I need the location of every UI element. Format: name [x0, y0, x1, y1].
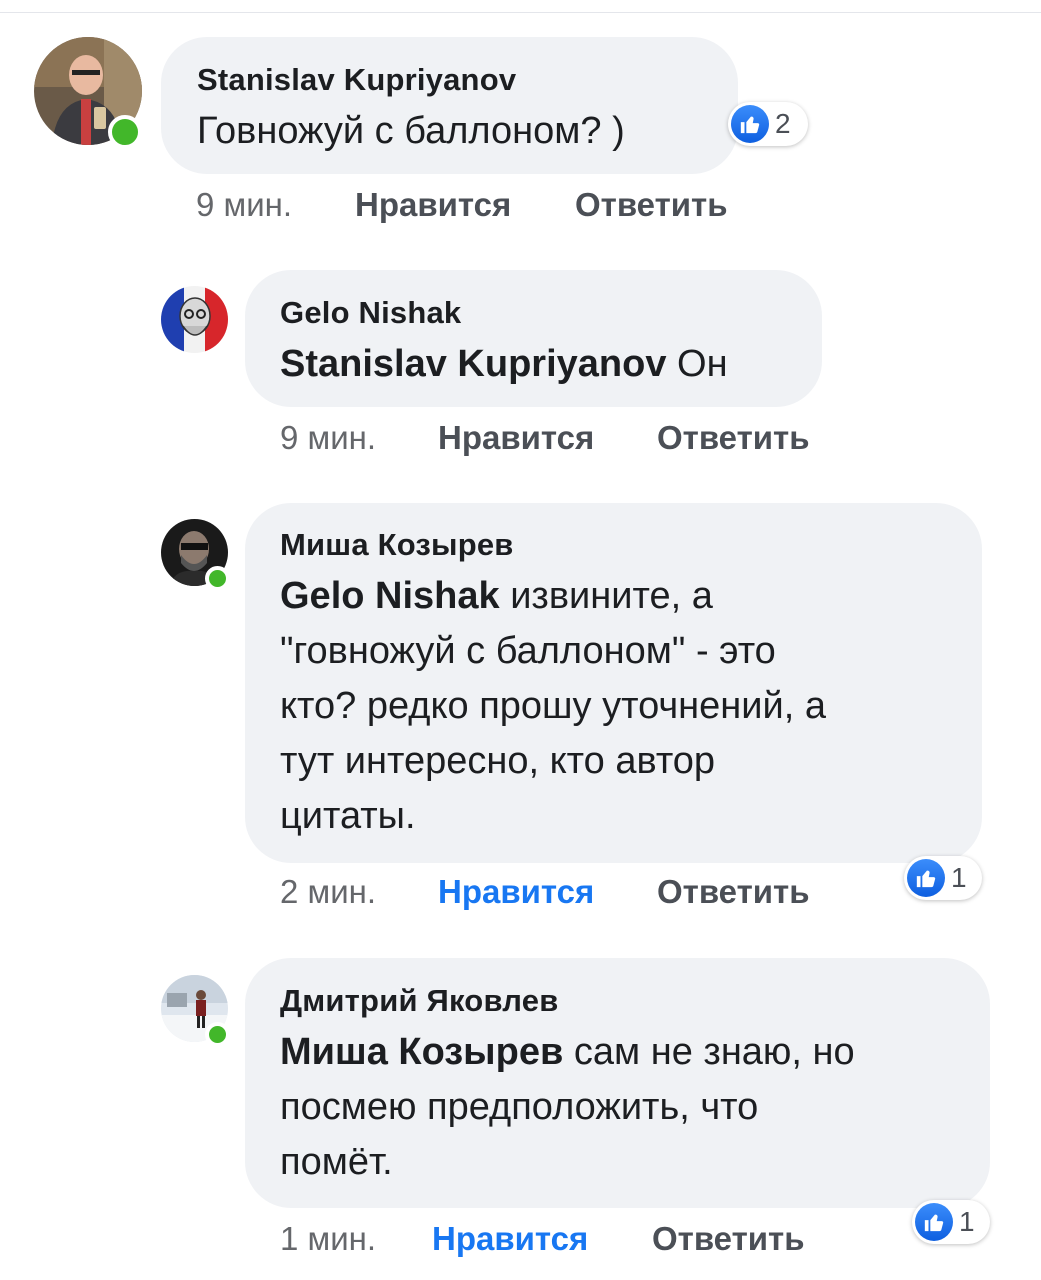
online-indicator: [108, 115, 142, 149]
like-thumb-icon: [907, 859, 945, 897]
online-indicator: [205, 566, 230, 591]
like-button[interactable]: Нравится: [438, 872, 594, 912]
reply-button[interactable]: Ответить: [652, 1219, 805, 1259]
comment-text: Stanislav Kupriyanov Он: [280, 337, 822, 392]
mention-link[interactable]: Миша Козырев: [280, 1031, 563, 1073]
reply-button[interactable]: Ответить: [657, 872, 810, 912]
top-divider: [0, 12, 1041, 13]
comment-text-line: тут интересно, кто автор: [280, 740, 716, 782]
reaction-count: 1: [951, 862, 967, 893]
like-button[interactable]: Нравится: [355, 185, 511, 225]
comment-text-line: сам не знаю, но: [563, 1031, 855, 1073]
comment-bubble: Дмитрий Яковлев Миша Козырев сам не знаю…: [245, 958, 990, 1208]
comment-bubble: Gelo Nishak Stanislav Kupriyanov Он: [245, 270, 822, 407]
comment-text-line: извините, а: [499, 575, 713, 617]
reaction-count: 2: [775, 108, 791, 139]
mention-link[interactable]: Stanislav Kupriyanov: [280, 343, 666, 385]
comment-text: Миша Козырев сам не знаю, но посмею пред…: [280, 1025, 990, 1190]
comment-author[interactable]: Stanislav Kupriyanov: [197, 62, 738, 98]
reaction-badge[interactable]: 2: [728, 102, 808, 146]
comment-text: Gelo Nishak извините, а "говножуй с балл…: [280, 569, 982, 844]
comment-time[interactable]: 9 мин.: [280, 418, 376, 458]
comment-author[interactable]: Дмитрий Яковлев: [280, 983, 990, 1019]
avatar-misha[interactable]: [161, 519, 230, 591]
reaction-badge[interactable]: 1: [904, 856, 982, 900]
comment-time[interactable]: 2 мин.: [280, 872, 376, 912]
like-button[interactable]: Нравится: [438, 418, 594, 458]
comment-text-line: кто? редко прошу уточнений, а: [280, 685, 826, 727]
comment-text-line: помёт.: [280, 1141, 393, 1183]
reaction-count: 1: [959, 1206, 975, 1237]
like-button[interactable]: Нравится: [432, 1219, 588, 1259]
comment-time[interactable]: 1 мин.: [280, 1219, 376, 1259]
comment-text-line: посмею предположить, что: [280, 1086, 759, 1128]
like-thumb-icon: [731, 105, 769, 143]
comment-text-rest: Он: [666, 343, 728, 385]
comment-text-line: цитаты.: [280, 795, 416, 837]
comment-time[interactable]: 9 мин.: [196, 185, 292, 225]
reply-button[interactable]: Ответить: [657, 418, 810, 458]
mention-link[interactable]: Gelo Nishak: [280, 575, 500, 617]
comment-text-line: "говножуй с баллоном" - это: [280, 630, 776, 672]
comment-author[interactable]: Gelo Nishak: [280, 295, 822, 331]
reaction-badge[interactable]: 1: [912, 1200, 990, 1244]
online-indicator: [205, 1022, 230, 1047]
avatar-stanislav[interactable]: [34, 37, 142, 149]
reply-button[interactable]: Ответить: [575, 185, 728, 225]
comment-bubble: Миша Козырев Gelo Nishak извините, а "го…: [245, 503, 982, 863]
like-thumb-icon: [915, 1203, 953, 1241]
comment-bubble: Stanislav Kupriyanov Говножуй с баллоном…: [161, 37, 738, 174]
avatar-dmitry[interactable]: [161, 975, 230, 1047]
comment-text: Говножуй с баллоном? ): [197, 110, 625, 152]
comment-author[interactable]: Миша Козырев: [280, 527, 982, 563]
avatar-gelo[interactable]: [161, 286, 228, 353]
